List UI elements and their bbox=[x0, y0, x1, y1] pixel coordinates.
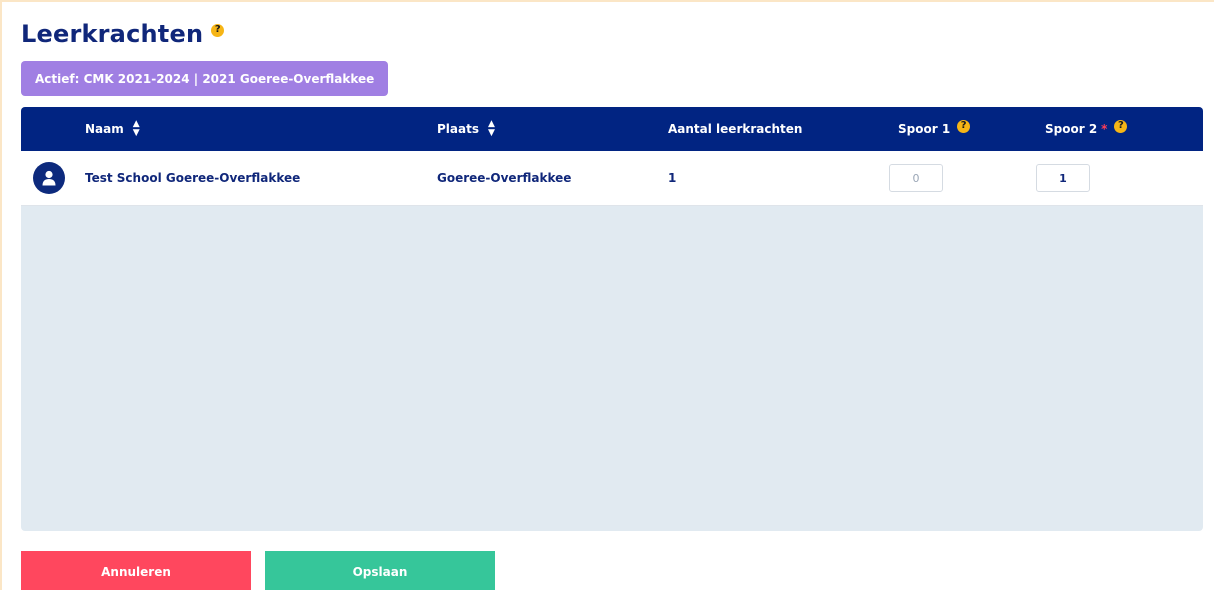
teachers-table: Naam ▲ ▼ Plaats ▲ ▼ Aantal leerkrachten Sp… bbox=[21, 107, 1203, 531]
question-icon[interactable]: ? bbox=[957, 119, 971, 133]
table-header: Naam ▲ ▼ Plaats ▲ ▼ Aantal leerkrachten Sp… bbox=[21, 107, 1203, 151]
table-row: Test School Goeree-Overflakkee Goeree-Ov… bbox=[21, 151, 1203, 206]
cancel-button[interactable]: Annuleren bbox=[21, 551, 251, 590]
column-header-plaats[interactable]: Plaats ▲ ▼ bbox=[437, 107, 495, 151]
column-header-spoor1: Spoor 1 ? bbox=[898, 107, 971, 151]
column-header-label: Plaats bbox=[437, 122, 479, 136]
column-header-label: Naam bbox=[85, 122, 124, 136]
sort-icon[interactable]: ▲ ▼ bbox=[133, 120, 140, 138]
required-marker: * bbox=[1101, 122, 1108, 136]
page-title: Leerkrachten bbox=[21, 20, 204, 48]
sort-icon[interactable]: ▲ ▼ bbox=[488, 120, 495, 138]
page: Leerkrachten ? Actief: CMK 2021-2024 | 2… bbox=[0, 0, 1214, 590]
save-button[interactable]: Opslaan bbox=[265, 551, 495, 590]
question-icon[interactable]: ? bbox=[1114, 119, 1128, 133]
cell-naam: Test School Goeree-Overflakkee bbox=[85, 171, 301, 185]
spoor1-input[interactable] bbox=[889, 164, 943, 192]
column-header-aantal: Aantal leerkrachten bbox=[668, 107, 802, 151]
column-header-label: Aantal leerkrachten bbox=[668, 122, 803, 136]
column-header-label: Spoor 2 bbox=[1045, 122, 1098, 136]
cell-aantal: 1 bbox=[668, 171, 677, 185]
column-header-naam[interactable]: Naam ▲ ▼ bbox=[85, 107, 140, 151]
active-period-badge: Actief: CMK 2021-2024 | 2021 Goeree-Over… bbox=[21, 61, 389, 96]
page-header: Leerkrachten ? bbox=[21, 20, 225, 48]
question-icon[interactable]: ? bbox=[211, 23, 225, 37]
user-icon bbox=[33, 162, 65, 194]
column-header-spoor2: Spoor 2 * ? bbox=[1045, 107, 1128, 151]
spoor2-input[interactable] bbox=[1036, 164, 1090, 192]
column-header-label: Spoor 1 bbox=[898, 122, 951, 136]
cell-plaats: Goeree-Overflakkee bbox=[437, 171, 572, 185]
